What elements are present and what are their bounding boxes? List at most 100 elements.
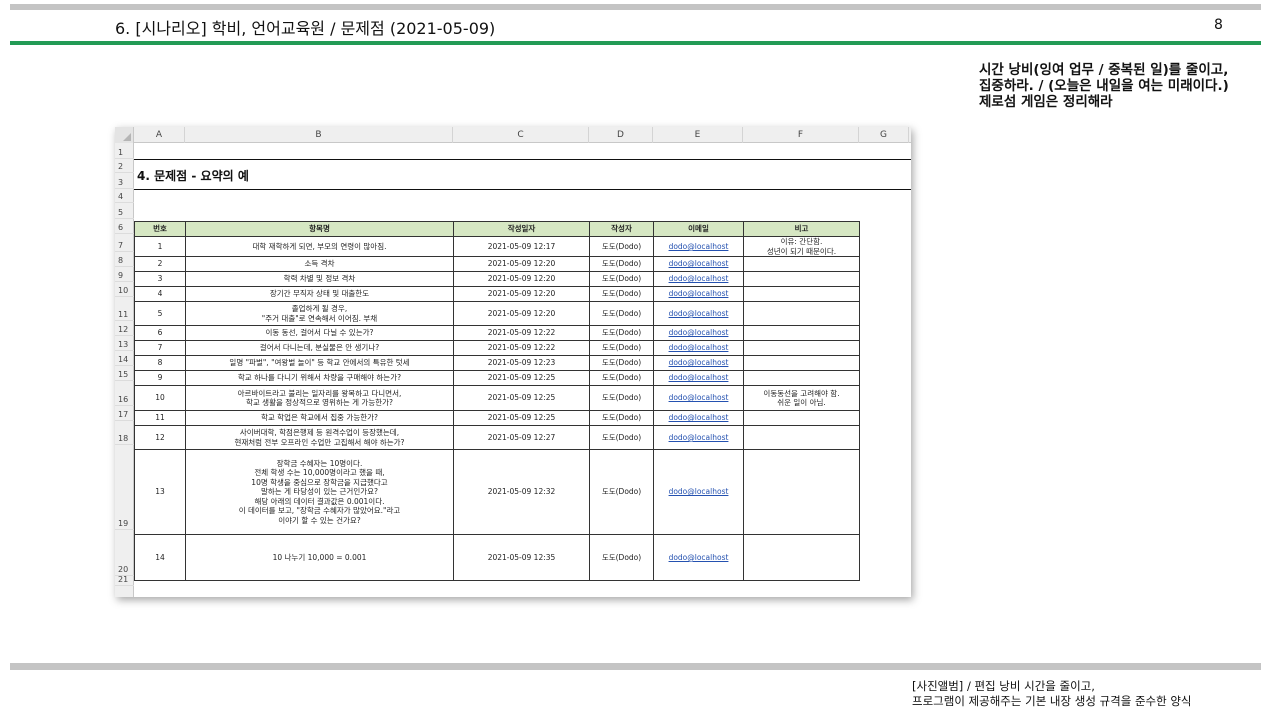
row-header[interactable]: 16 — [115, 381, 134, 406]
table-header-cell: 작성자 — [589, 221, 654, 237]
cell-note — [743, 355, 860, 371]
cell-date: 2021-05-09 12:20 — [453, 286, 590, 302]
row-header[interactable]: 12 — [115, 321, 134, 336]
section-rule-bottom — [134, 189, 911, 190]
table-row: 7 걸어서 다니는데, 분실물은 안 생기나? 2021-05-09 12:22 도도… — [134, 340, 860, 356]
footer-line: [사진앨범] / 편집 낭비 시간을 줄이고, — [912, 679, 1095, 693]
row-number: 20 — [118, 565, 129, 574]
cell-item: 아르바이트라고 불리는 일자리를 왕복하고 다니면서, 학교 생활을 정상적으로… — [185, 385, 454, 411]
cell-email[interactable]: dodo@localhost — [653, 425, 744, 450]
cell-email[interactable]: dodo@localhost — [653, 385, 744, 411]
column-header[interactable]: C — [453, 127, 589, 143]
cell-number: 2 — [134, 256, 186, 272]
row-header[interactable]: 10 — [115, 282, 134, 297]
row-header[interactable]: 14 — [115, 351, 134, 366]
cell-email[interactable]: dodo@localhost — [653, 370, 744, 386]
cell-number: 8 — [134, 355, 186, 371]
cell-note — [743, 340, 860, 356]
cell-number: 3 — [134, 271, 186, 287]
column-header[interactable]: D — [589, 127, 653, 143]
cell-author: 도도(Dodo) — [589, 534, 654, 581]
cell-email[interactable]: dodo@localhost — [653, 301, 744, 326]
cell-item: 학교 하나를 다니기 위해서 차량을 구매해야 하는가? — [185, 370, 454, 386]
cell-author: 도도(Dodo) — [589, 286, 654, 302]
row-header[interactable]: 6 — [115, 219, 134, 234]
row-number: 19 — [118, 519, 129, 528]
cell-number: 14 — [134, 534, 186, 581]
table-row: 6 이동 동선, 걸어서 다닐 수 있는가? 2021-05-09 12:22 도도(… — [134, 325, 860, 341]
cell-note: 이유: 간단함. 성년이 되기 때문이다. — [743, 236, 860, 257]
row-header[interactable]: 18 — [115, 421, 134, 445]
side-note-line: 시간 낭비(잉여 업무 / 중복된 일)를 줄이고, — [979, 62, 1229, 78]
cell-email[interactable]: dodo@localhost — [653, 340, 744, 356]
cell-author: 도도(Dodo) — [589, 370, 654, 386]
row-number: 17 — [118, 410, 129, 419]
row-number: 15 — [118, 370, 129, 379]
cell-note — [743, 370, 860, 386]
cell-number: 11 — [134, 410, 186, 426]
row-header[interactable]: 17 — [115, 406, 134, 421]
column-header[interactable]: E — [653, 127, 743, 143]
cell-email[interactable]: dodo@localhost — [653, 286, 744, 302]
column-header[interactable]: G — [859, 127, 909, 143]
row-header[interactable]: 7 — [115, 234, 134, 252]
title-underline — [10, 41, 1261, 45]
row-header[interactable]: 1 — [115, 143, 134, 159]
cell-number: 6 — [134, 325, 186, 341]
table-header-cell: 작성일자 — [453, 221, 590, 237]
column-header[interactable]: A — [134, 127, 185, 143]
cell-number: 4 — [134, 286, 186, 302]
cell-email[interactable]: dodo@localhost — [653, 236, 744, 257]
cell-author: 도도(Dodo) — [589, 449, 654, 535]
row-header[interactable]: 15 — [115, 366, 134, 381]
cell-date: 2021-05-09 12:32 — [453, 449, 590, 535]
row-header[interactable]: 20 — [115, 530, 134, 576]
cell-number: 10 — [134, 385, 186, 411]
cell-date: 2021-05-09 12:20 — [453, 301, 590, 326]
table-row: 10 아르바이트라고 불리는 일자리를 왕복하고 다니면서, 학교 생활을 정상적… — [134, 385, 860, 411]
cell-item: 이동 동선, 걸어서 다닐 수 있는가? — [185, 325, 454, 341]
row-number: 1 — [118, 148, 124, 157]
cell-item: 학력 차별 및 정보 격차 — [185, 271, 454, 287]
select-all-triangle-icon — [123, 133, 131, 141]
cell-email[interactable]: dodo@localhost — [653, 271, 744, 287]
cell-email[interactable]: dodo@localhost — [653, 410, 744, 426]
row-header[interactable]: 4 — [115, 189, 134, 203]
cell-date: 2021-05-09 12:22 — [453, 340, 590, 356]
cell-note — [743, 271, 860, 287]
cell-date: 2021-05-09 12:35 — [453, 534, 590, 581]
spreadsheet-screenshot: ABCDEFG 1 2 3 4 5 6 7 8 9 10 11 12 13 14 15 16 17 18 19 20 2… — [115, 127, 911, 597]
cell-item: 장학금 수혜자는 10명이다. 전체 학생 수는 10,000명이라고 했을 때… — [185, 449, 454, 535]
row-header[interactable]: 5 — [115, 203, 134, 219]
cell-email[interactable]: dodo@localhost — [653, 534, 744, 581]
side-note-line: 집중하라. / (오늘은 내일을 여는 미래이다.) — [979, 78, 1229, 94]
cell-email[interactable]: dodo@localhost — [653, 449, 744, 535]
table-header-cell: 번호 — [134, 221, 186, 237]
cell-item: 소득 격차 — [185, 256, 454, 272]
table-header-cell: 비고 — [743, 221, 860, 237]
row-header[interactable]: 2 — [115, 159, 134, 173]
cell-email[interactable]: dodo@localhost — [653, 325, 744, 341]
cell-author: 도도(Dodo) — [589, 425, 654, 450]
row-number: 21 — [118, 575, 129, 584]
column-header[interactable]: F — [743, 127, 859, 143]
cell-item: 10 나누기 10,000 = 0.001 — [185, 534, 454, 581]
cell-date: 2021-05-09 12:25 — [453, 385, 590, 411]
cell-email[interactable]: dodo@localhost — [653, 355, 744, 371]
column-header[interactable]: B — [185, 127, 453, 143]
row-header[interactable]: 11 — [115, 297, 134, 321]
cell-email[interactable]: dodo@localhost — [653, 256, 744, 272]
row-number: 8 — [118, 256, 124, 265]
row-number: 14 — [118, 355, 129, 364]
column-header-row: ABCDEFG — [115, 127, 911, 143]
row-header[interactable]: 9 — [115, 267, 134, 282]
row-header[interactable]: 13 — [115, 336, 134, 351]
row-header[interactable]: 8 — [115, 252, 134, 267]
section-title: 4. 문제점 - 요약의 예 — [137, 169, 249, 183]
row-header[interactable]: 21 — [115, 575, 134, 586]
page-number: 8 — [1214, 17, 1223, 33]
row-header[interactable]: 3 — [115, 173, 134, 189]
row-header[interactable]: 19 — [115, 445, 134, 530]
row-number: 12 — [118, 325, 129, 334]
cell-note — [743, 256, 860, 272]
